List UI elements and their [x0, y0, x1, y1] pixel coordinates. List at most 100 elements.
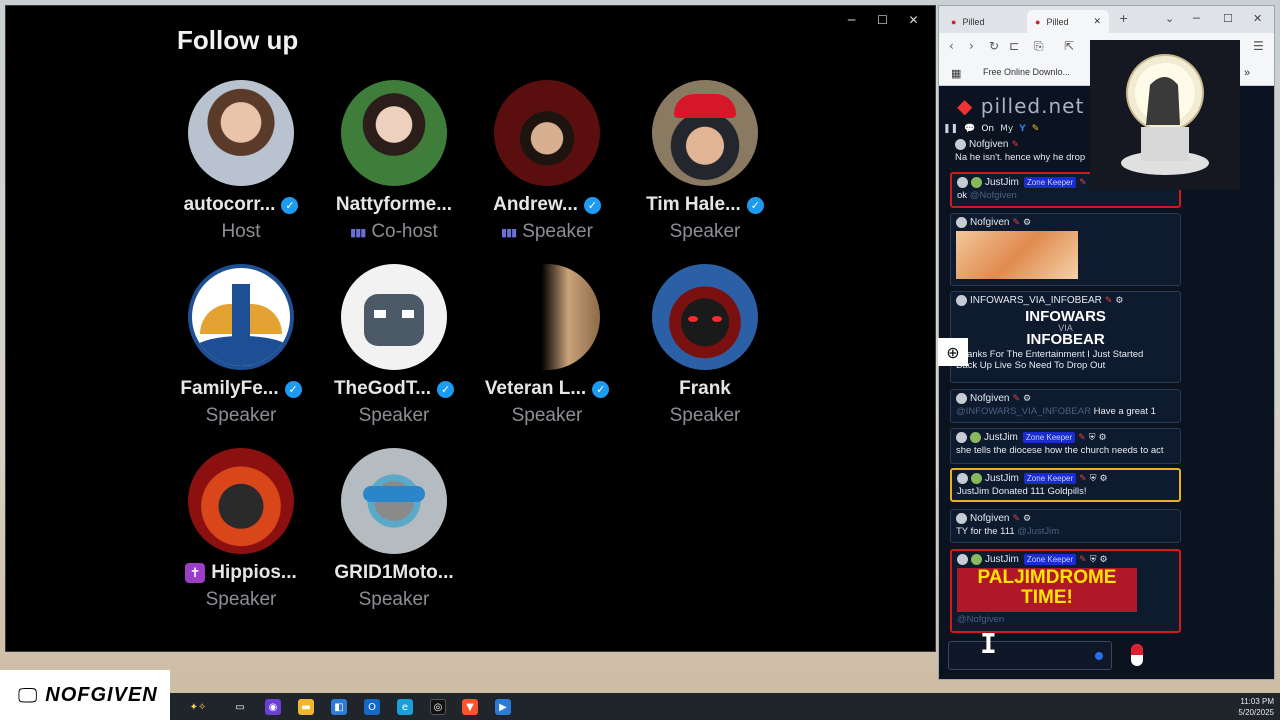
gear-icon[interactable]: ⚙ [1023, 218, 1031, 228]
chat-icon[interactable]: 💬 [964, 124, 975, 134]
cross-icon: ✝ [185, 563, 206, 583]
close-button[interactable]: ✕ [898, 10, 929, 30]
minimize-button[interactable]: ─ [836, 10, 867, 30]
bookmarks-more-icon[interactable]: » [1244, 67, 1250, 79]
participant-role: Speaker [669, 405, 741, 426]
minimize-button[interactable]: ─ [1193, 12, 1200, 25]
avatar [956, 393, 967, 404]
forward-icon[interactable]: › [969, 39, 974, 53]
edge-icon[interactable]: e [397, 699, 413, 715]
avatar [956, 432, 967, 443]
file-explorer-icon[interactable]: ▬ [298, 699, 314, 715]
avatar [956, 217, 967, 228]
participant-role: Speaker [511, 405, 583, 426]
chat-message: Nofgiven ✎ ⚙ [950, 213, 1181, 286]
participant-card[interactable]: TheGodT... ✓ Speaker [314, 264, 474, 427]
filter-icon[interactable]: Y [1019, 124, 1026, 134]
close-tab-icon[interactable]: ✕ [1093, 17, 1101, 27]
participant-card[interactable]: FamilyFe... ✓ Speaker [161, 264, 321, 427]
avatar [956, 295, 967, 306]
verified-icon: ✓ [281, 196, 299, 214]
chat-message: JustJim Zone Keeper ✎ ⛨ ⚙ JustJim Donated 11… [950, 468, 1181, 502]
obs-icon[interactable]: ◎ [430, 699, 446, 715]
gear-icon[interactable]: ⚙ [1098, 433, 1106, 443]
task-view-icon[interactable]: ▭ [232, 699, 248, 715]
apps-icon[interactable]: ▦ [951, 67, 961, 80]
tab-pilled-2[interactable]: ● Pilled ✕ [1027, 10, 1109, 33]
avatar [188, 80, 294, 186]
gear-icon[interactable]: ⚙ [1099, 555, 1107, 565]
app-icon[interactable]: ▶ [495, 699, 511, 715]
back-icon[interactable]: ‹ [949, 39, 954, 53]
participant-card[interactable]: Tim Hale... ✓ Speaker [625, 80, 785, 243]
speaking-icon: ▮▮▮ [350, 225, 366, 239]
pen-icon[interactable]: ✎ [1032, 124, 1040, 134]
outlook-icon[interactable]: O [364, 699, 380, 715]
avatar [188, 448, 294, 554]
text-cursor-icon: I [980, 627, 997, 660]
pause-icon[interactable]: ❚❚ [943, 124, 958, 134]
on-toggle[interactable]: On [981, 124, 994, 134]
avatar [971, 177, 982, 188]
participant-card[interactable]: Veteran L... ✓ Speaker [467, 264, 627, 427]
participant-card[interactable]: GRID1Moto... Speaker [314, 448, 474, 611]
my-toggle[interactable]: My [1000, 124, 1013, 134]
avatar [971, 554, 982, 565]
pill-send-button[interactable] [1128, 642, 1146, 668]
participant-card[interactable]: Andrew... ✓ ▮▮▮ Speaker [467, 80, 627, 243]
new-tab-button[interactable]: + [1119, 12, 1128, 25]
gear-icon[interactable]: ⚙ [1023, 514, 1031, 524]
share-icon[interactable]: ⎘ [1034, 39, 1044, 54]
participant-name: Frank [679, 378, 731, 399]
store-icon[interactable]: ◧ [331, 699, 347, 715]
zone-keeper-badge: Zone Keeper [1023, 554, 1077, 565]
chat-input[interactable] [948, 641, 1112, 670]
maximize-button[interactable]: ☐ [1223, 12, 1233, 25]
participant-name: Veteran L... [484, 378, 587, 399]
verified-icon: ✓ [284, 380, 302, 398]
bookmark-icon[interactable]: ⊏ [1009, 39, 1019, 53]
page-title: Follow up [177, 25, 299, 55]
site-logo[interactable]: ◆ pilled.net [957, 94, 1084, 118]
zoom-icon[interactable]: ⊕ [938, 338, 968, 366]
menu-icon[interactable]: ☰ [1253, 39, 1264, 53]
avatar [188, 264, 294, 370]
pill-icon: ● [951, 16, 957, 27]
gear-icon[interactable]: ⚙ [1023, 394, 1031, 404]
reload-icon[interactable]: ↻ [989, 39, 999, 53]
participant-role: Speaker [205, 589, 277, 610]
chat-message: INFOWARS_VIA_INFOBEAR ✎ ⚙ INFOWARS VIA INF… [950, 291, 1181, 383]
system-clock[interactable]: 11:03 PM 5/20/2025 [1238, 696, 1274, 718]
verified-icon: ✓ [746, 196, 764, 214]
participant-card[interactable]: ✝ Hippios... Speaker [161, 448, 321, 611]
copilot-icon[interactable]: ◉ [265, 699, 281, 715]
open-external-icon[interactable]: ⇱ [1064, 39, 1074, 53]
monitor-icon: 🖵 [18, 683, 38, 707]
participant-card[interactable]: autocorr... ✓ Host [161, 80, 321, 243]
participant-name: Andrew... [493, 194, 578, 215]
gear-icon[interactable]: ⚙ [1115, 296, 1123, 306]
x-spaces-window: ─ ☐ ✕ Follow up autocorr... ✓ Host Nattyf… [5, 5, 936, 652]
thinker-thumbnail [1090, 40, 1240, 190]
pill-icon: ✎ [1012, 217, 1021, 228]
close-window-button[interactable]: ✕ [1253, 12, 1262, 25]
participant-card[interactable]: Nattyforme... ▮▮▮ Co-host [314, 80, 474, 243]
avatar [957, 473, 968, 484]
participant-card[interactable]: Frank Speaker [625, 264, 785, 427]
attached-image[interactable] [956, 231, 1078, 279]
maximize-button[interactable]: ☐ [867, 10, 898, 30]
bookmark-item[interactable]: Free Online Downlo... [983, 67, 1070, 77]
copilot-sparkle-icon[interactable]: ✦✧ [178, 699, 218, 715]
gear-icon[interactable]: ⚙ [1099, 474, 1107, 484]
window-controls: ─ ☐ ✕ [836, 10, 929, 30]
verified-icon: ✓ [592, 380, 610, 398]
tab-list-button[interactable]: ⌄ [1165, 12, 1174, 25]
brave-icon[interactable]: ▼ [462, 699, 478, 715]
pill-icon: ● [1035, 16, 1041, 27]
participant-role: Speaker [669, 221, 741, 242]
avatar [956, 513, 967, 524]
shield-icon: ⛨ [1089, 473, 1097, 484]
participant-role: ▮▮▮ Co-host [350, 221, 438, 242]
avatar [341, 448, 447, 554]
tab-pilled-1[interactable]: ● Pilled [943, 10, 1025, 33]
